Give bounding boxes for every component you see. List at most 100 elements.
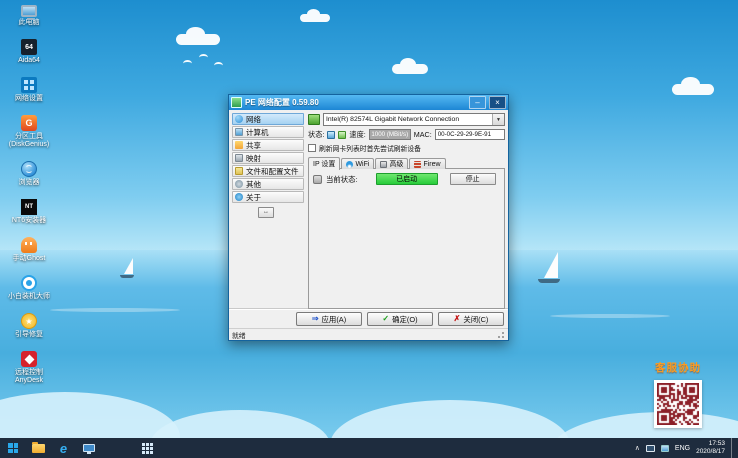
window-title: PE 网络配置 0.59.80 bbox=[245, 98, 319, 107]
refresh-checkbox-label: 刷新网卡列表时首先尝试刷新设备 bbox=[319, 146, 421, 153]
icon-label: Aida64 bbox=[18, 57, 40, 64]
sidebar-item-profiles-files[interactable]: 文件和配置文件 bbox=[232, 165, 304, 177]
apply-label: 应用(A) bbox=[321, 314, 347, 324]
desktop-icon-aida64[interactable]: Aida64 bbox=[1, 39, 57, 65]
tab-label: 高级 bbox=[389, 161, 404, 168]
xiaobai-icon bbox=[21, 275, 37, 291]
tab-wifi[interactable]: WiFi bbox=[341, 158, 375, 169]
icon-label: 此电脑 bbox=[18, 19, 40, 26]
diskgenius-icon bbox=[21, 115, 37, 131]
sea-sparkle bbox=[50, 308, 180, 312]
desktop-icon-nt-installer[interactable]: NT6安装器 bbox=[1, 199, 57, 225]
mac-value[interactable]: 00-0C-29-29-9E-91 bbox=[434, 129, 505, 140]
icon-label: 手动Ghost bbox=[12, 255, 46, 262]
anydesk-icon bbox=[21, 351, 37, 367]
gear-icon bbox=[235, 180, 243, 188]
sidebar-item-label: 其他 bbox=[246, 179, 261, 189]
bird bbox=[214, 62, 223, 69]
dialog-sidebar: 网络 计算机 共享 映射 文件和配置文件 其他 关于 ↔ bbox=[232, 113, 304, 309]
sidebar-item-other[interactable]: 其他 bbox=[232, 178, 304, 190]
ok-button[interactable]: ✓ 确定(O) bbox=[367, 312, 433, 326]
network-settings-icon bbox=[21, 77, 37, 93]
adapter-icon bbox=[308, 114, 320, 125]
status-label: 状态: bbox=[308, 129, 325, 139]
close-window-button[interactable]: × bbox=[489, 96, 506, 109]
icon-label: 浏览器 bbox=[18, 179, 40, 186]
bird bbox=[183, 60, 192, 67]
cloud bbox=[672, 77, 714, 95]
ok-label: 确定(O) bbox=[392, 314, 418, 324]
cloud bbox=[392, 58, 428, 74]
show-desktop-button[interactable] bbox=[731, 438, 736, 458]
taskbar-item-explorer[interactable] bbox=[26, 438, 51, 458]
desktop-icon-anydesk[interactable]: 远程控制 AnyDesk bbox=[1, 351, 57, 385]
taskbar: ∧ ENG 17:53 2020/8/17 bbox=[0, 438, 738, 458]
tab-ip-settings[interactable]: IP 设置 bbox=[308, 157, 341, 170]
sidebar-item-network[interactable]: 网络 bbox=[232, 113, 304, 125]
sidebar-item-label: 关于 bbox=[246, 192, 261, 202]
sidebar-item-drives[interactable]: 映射 bbox=[232, 152, 304, 164]
aida64-icon bbox=[21, 39, 37, 55]
browser-icon bbox=[21, 161, 37, 177]
globe-icon bbox=[235, 115, 243, 123]
desktop-icon-boot-repair[interactable]: 引导修复 bbox=[1, 313, 57, 339]
tab-advanced[interactable]: 高级 bbox=[375, 158, 409, 169]
drive-icon bbox=[235, 154, 243, 162]
desktop-icon-partition-tool[interactable]: 分区工具 (DiskGenius) bbox=[1, 115, 57, 149]
desktop-icon-browser[interactable]: 浏览器 bbox=[1, 161, 57, 187]
desktop-icon-this-pc[interactable]: 此电脑 bbox=[1, 3, 57, 27]
x-icon: ✗ bbox=[453, 314, 461, 323]
refresh-checkbox[interactable] bbox=[308, 144, 316, 152]
tab-firewall[interactable]: Firew bbox=[409, 158, 446, 169]
desktop-icon-ghost[interactable]: 手动Ghost bbox=[1, 237, 57, 263]
adapter-select[interactable]: Intel(R) 82574L Gigabit Network Connecti… bbox=[323, 113, 505, 126]
monitor-icon bbox=[82, 444, 95, 454]
sidebar-item-label: 文件和配置文件 bbox=[246, 166, 299, 176]
apply-button[interactable]: ⇒ 应用(A) bbox=[296, 312, 362, 326]
taskbar-clock[interactable]: 17:53 2020/8/17 bbox=[696, 440, 725, 456]
tab-label: WiFi bbox=[355, 160, 370, 168]
plug-status-icon bbox=[338, 130, 347, 139]
keyboard-icon[interactable] bbox=[645, 444, 655, 452]
sidebar-item-label: 映射 bbox=[246, 153, 261, 163]
advanced-icon bbox=[380, 160, 388, 168]
current-status-label: 当前状态: bbox=[326, 174, 358, 184]
sidebar-item-label: 网络 bbox=[246, 114, 261, 124]
started-status-button[interactable]: 已启动 bbox=[375, 173, 438, 185]
start-button[interactable] bbox=[0, 438, 26, 458]
sidebar-item-computer[interactable]: 计算机 bbox=[232, 126, 304, 138]
icon-label: 远程控制 AnyDesk bbox=[14, 369, 43, 384]
language-indicator[interactable]: ENG bbox=[675, 445, 690, 452]
sidebar-item-shares[interactable]: 共享 bbox=[232, 139, 304, 151]
stop-button[interactable]: 停止 bbox=[449, 173, 496, 185]
taskbar-item-pc[interactable] bbox=[76, 438, 101, 458]
speed-label: 速度: bbox=[349, 129, 366, 139]
qr-code-canvas bbox=[657, 383, 699, 425]
network-tray-icon[interactable] bbox=[660, 444, 669, 452]
close-button[interactable]: ✗ 关闭(C) bbox=[438, 312, 504, 326]
desktop-icon-network-settings[interactable]: 网络设置 bbox=[1, 77, 57, 103]
windows-logo-icon bbox=[8, 443, 18, 453]
ghost-icon bbox=[21, 237, 37, 253]
cloud bbox=[176, 27, 220, 45]
taskbar-item-browser[interactable] bbox=[51, 438, 76, 458]
desktop-icon-xiaobai[interactable]: 小白装机大师 bbox=[1, 275, 57, 301]
grid-icon bbox=[142, 442, 153, 454]
taskbar-item-toolbox[interactable] bbox=[135, 438, 160, 458]
service-icon bbox=[313, 174, 322, 184]
apply-icon: ⇒ bbox=[311, 314, 319, 323]
qr-code bbox=[654, 380, 702, 428]
resize-grip[interactable] bbox=[497, 330, 505, 339]
close-label: 关闭(C) bbox=[463, 314, 489, 324]
tray-expand-icon[interactable]: ∧ bbox=[635, 444, 640, 452]
minimize-button[interactable]: – bbox=[469, 96, 486, 109]
sidebar-item-about[interactable]: 关于 bbox=[232, 191, 304, 203]
dialog-button-row: ⇒ 应用(A) ✓ 确定(O) ✗ 关闭(C) bbox=[229, 309, 508, 328]
files-icon bbox=[235, 167, 243, 175]
sailboat bbox=[538, 252, 560, 283]
window-titlebar[interactable]: PE 网络配置 0.59.80 – × bbox=[229, 95, 508, 110]
sidebar-item-label: 计算机 bbox=[246, 127, 269, 137]
info-icon bbox=[235, 193, 243, 201]
sidebar-toggle-button[interactable]: ↔ bbox=[258, 207, 274, 218]
chevron-down-icon[interactable]: ▼ bbox=[492, 114, 504, 125]
